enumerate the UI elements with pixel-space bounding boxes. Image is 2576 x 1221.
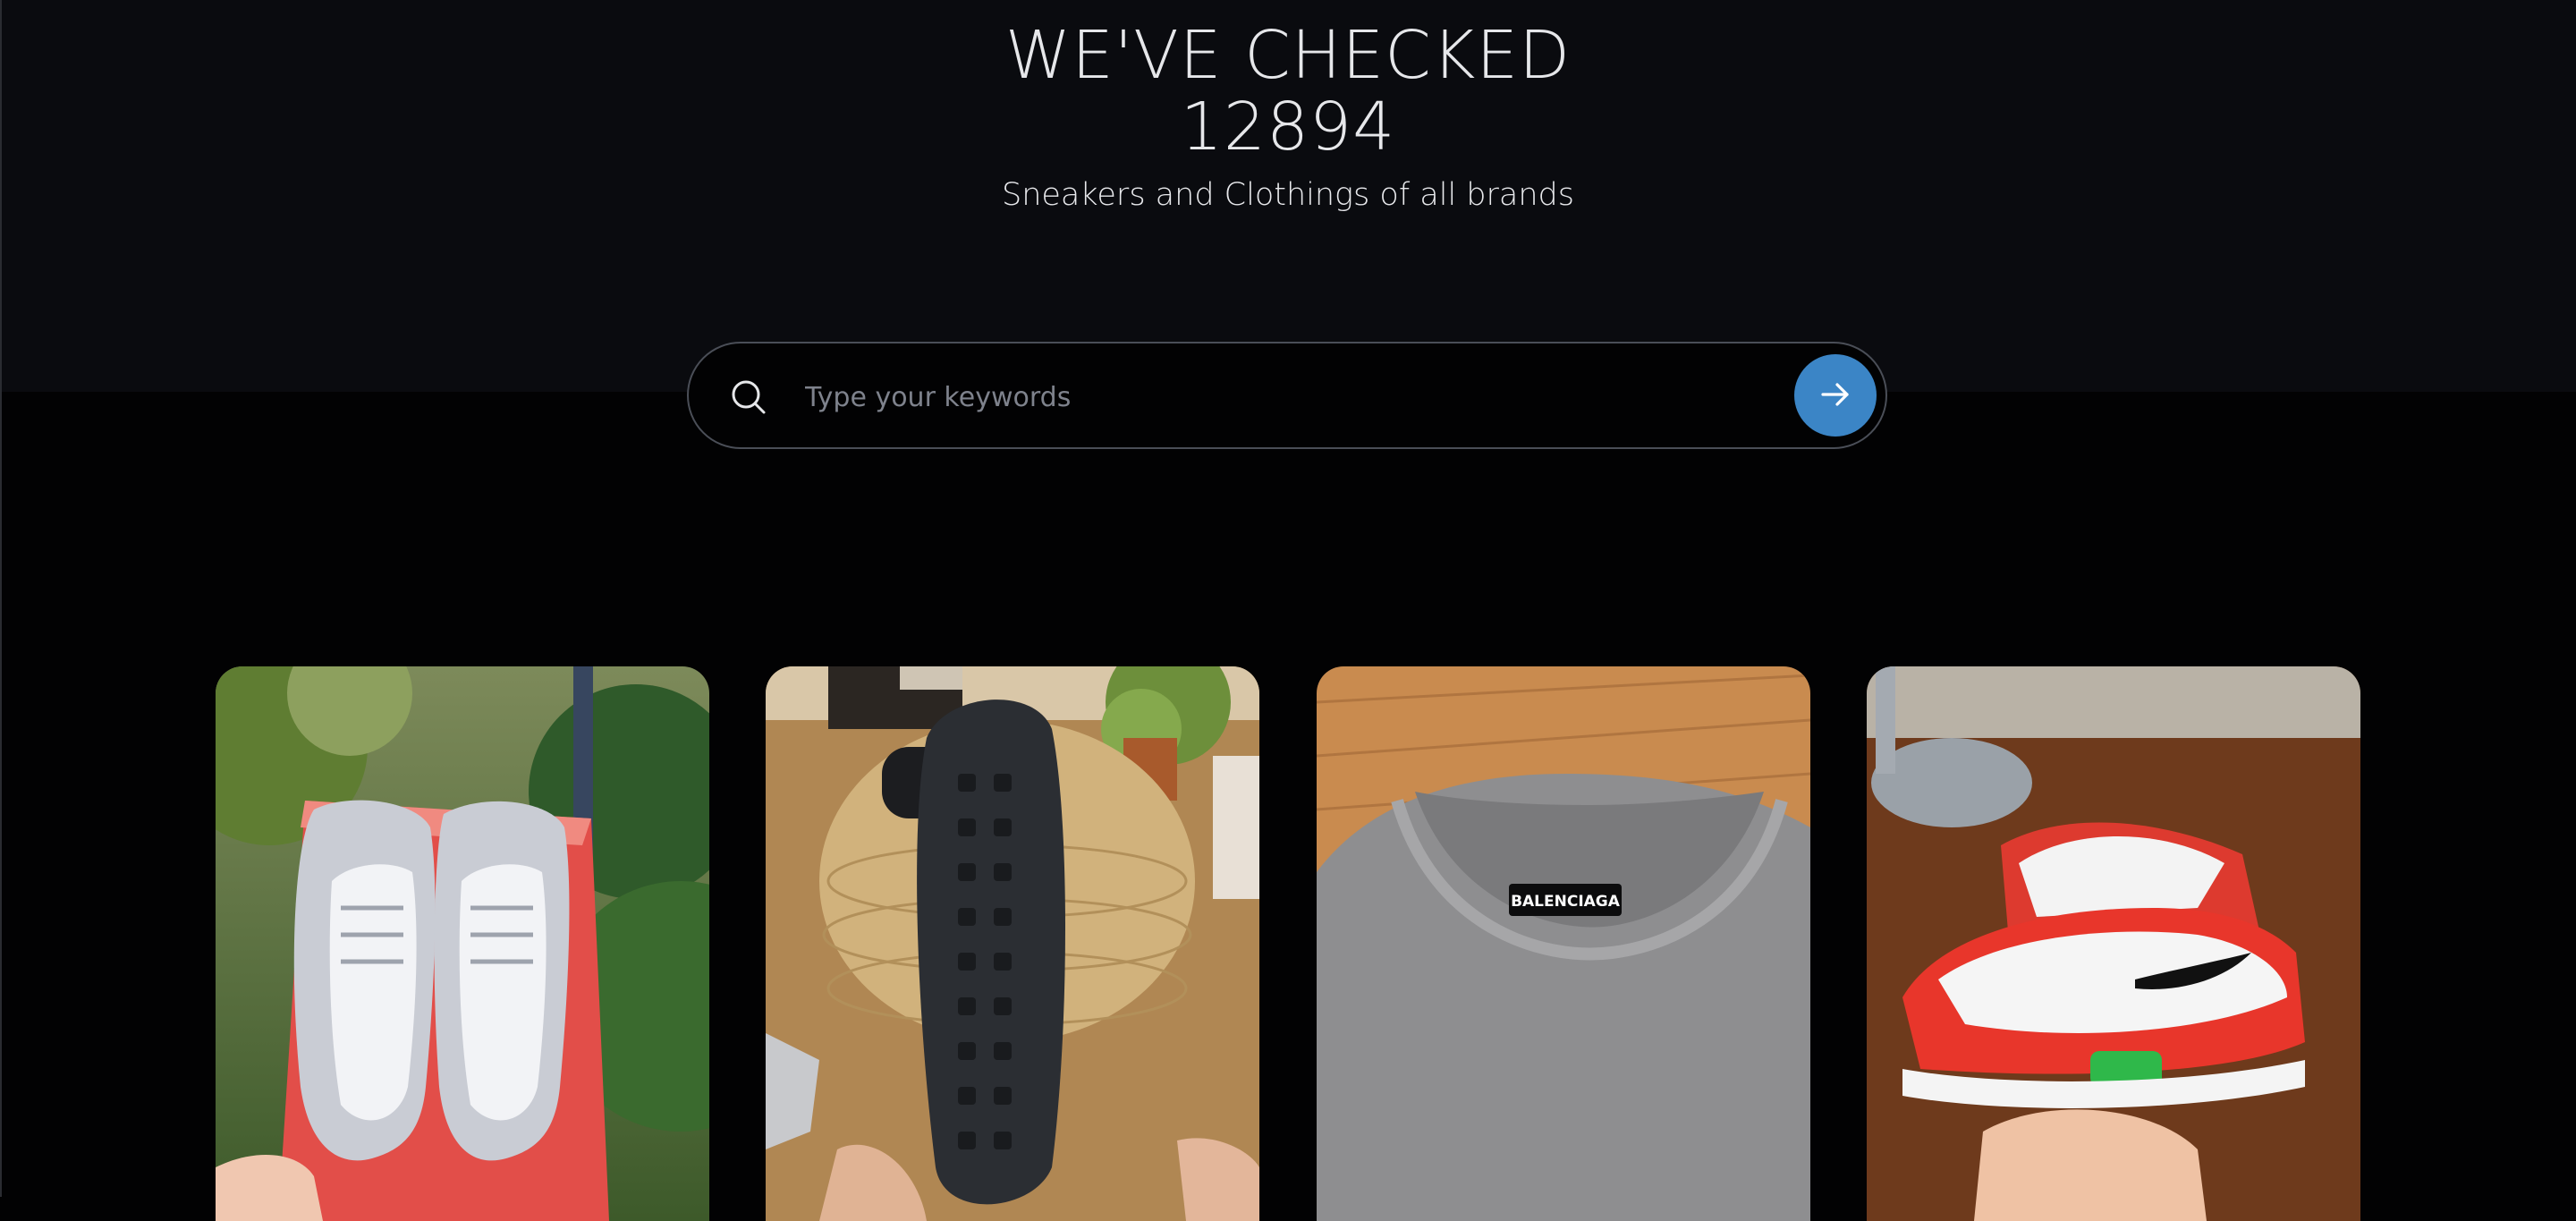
page-title: WE'VE CHECKED 12894 [0, 20, 2576, 163]
search-input[interactable] [803, 370, 1737, 424]
headline-line-1: WE'VE CHECKED [1004, 17, 1572, 94]
hero-subtitle: Sneakers and Clothings of all brands [1002, 177, 1574, 213]
product-card[interactable] [766, 666, 1259, 1221]
product-card[interactable] [1867, 666, 2360, 1221]
search-submit-button[interactable] [1794, 354, 1877, 437]
black-sneaker-outsole-photo [766, 666, 1259, 1221]
search-icon [730, 378, 767, 416]
brand-tag-label: BALENCIAGA [1511, 893, 1621, 911]
white-grey-sneakers-on-box-photo [216, 666, 709, 1221]
product-card[interactable] [216, 666, 709, 1221]
grey-tshirt-collar-photo: BALENCIAGA [1317, 666, 1810, 1221]
red-white-sneakers-photo [1867, 666, 2360, 1221]
arrow-right-icon [1818, 377, 1853, 415]
product-card[interactable]: BALENCIAGA [1317, 666, 1810, 1221]
search-bar[interactable] [687, 342, 1887, 449]
checked-count: 12894 [1180, 89, 1396, 165]
